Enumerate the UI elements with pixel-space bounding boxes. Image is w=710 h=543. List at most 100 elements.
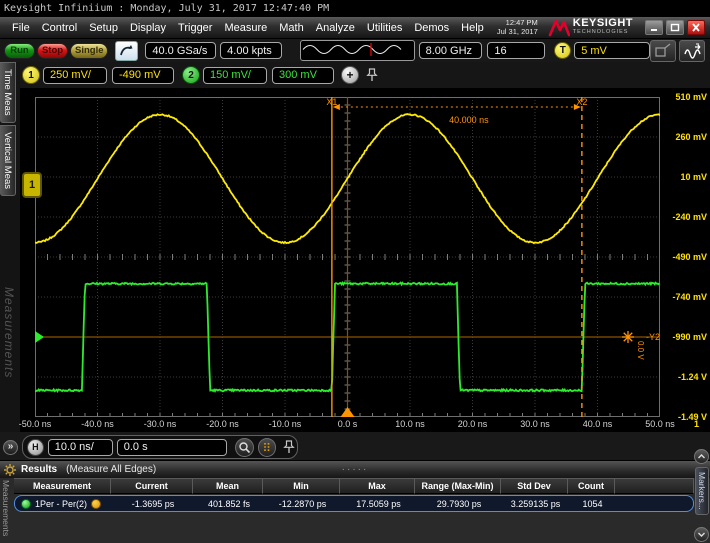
x-axis-label: 0.0 s [338, 419, 358, 429]
column-header[interactable]: Std Dev [501, 478, 568, 494]
menu-help[interactable]: Help [455, 20, 490, 36]
menu-analyze[interactable]: Analyze [310, 20, 361, 36]
keysight-logo: KEYSIGHT TECHNOLOGIES [548, 19, 645, 37]
results-panel: Results (Measure All Edges) ····· Measur… [0, 460, 710, 543]
column-header[interactable]: Max [340, 478, 415, 494]
marker-delta-label: 40.000 ns [449, 115, 489, 125]
channel-2-scale-field[interactable]: 150 mV/ [203, 67, 267, 84]
y-axis-label: -1.24 V [657, 372, 707, 382]
channel-1-offset-field[interactable]: -490 mV [112, 67, 174, 84]
channel-2-badge[interactable]: 2 [182, 66, 200, 84]
menu-math[interactable]: Math [273, 20, 309, 36]
channel-2-offset-field[interactable]: 300 mV [272, 67, 334, 84]
menu-measure[interactable]: Measure [218, 20, 273, 36]
timebase-scale-field[interactable]: 10.0 ns/ [48, 439, 113, 456]
bits-field[interactable]: 16 [487, 42, 545, 59]
column-header[interactable]: Range (Max-Min) [415, 478, 501, 494]
measurement-value: -1.3695 ps [112, 496, 194, 511]
menu-control[interactable]: Control [36, 20, 83, 36]
pin-button[interactable] [281, 438, 297, 456]
scroll-up-button[interactable] [694, 449, 709, 464]
y-axis-label: -240 mV [657, 212, 707, 222]
title-text: Keysight Infiniium : Monday, July 31, 20… [4, 3, 329, 14]
markers-dotted-icon [260, 441, 273, 454]
column-header[interactable]: Count [568, 478, 615, 494]
channel-bar: 1 250 mV/ -490 mV 2 150 mV/ 300 mV + [20, 62, 710, 88]
column-header[interactable]: Mean [193, 478, 263, 494]
measurement-name-cell: 1Per - Per(2) [15, 496, 112, 511]
column-header[interactable]: Measurement [14, 478, 111, 494]
menu-utilities[interactable]: Utilities [361, 20, 408, 36]
x-axis-label: 40.0 ns [583, 419, 613, 429]
single-button[interactable]: Single [70, 43, 108, 59]
annotation-number: 1 [694, 419, 699, 429]
clock: 12:47 PM Jul 31, 2017 [497, 19, 548, 36]
keysight-spark-icon [548, 19, 570, 37]
horizontal-strip: » H 10.0 ns/ 0.0 s [0, 432, 710, 460]
gear-icon[interactable] [3, 463, 17, 477]
markers-dock-tab[interactable]: Markers... [695, 467, 709, 515]
add-waveform-button[interactable]: + [341, 66, 359, 84]
dock-tab-strip: Markers... [694, 449, 710, 543]
results-header[interactable]: Results (Measure All Edges) ····· [0, 461, 710, 478]
waveform-zoom-button[interactable] [679, 40, 705, 62]
waveform-zoom-icon [683, 43, 702, 59]
horizontal-badge[interactable]: H [27, 439, 44, 456]
menu-setup[interactable]: Setup [83, 20, 124, 36]
channel-1-scale-field[interactable]: 250 mV/ [43, 67, 107, 84]
minimize-button[interactable] [645, 20, 663, 35]
bandwidth-field[interactable]: 8.00 GHz [419, 42, 483, 59]
results-column-headers: MeasurementCurrentMeanMinMaxRange (Max-M… [14, 478, 694, 494]
restore-icon [670, 23, 680, 32]
pin-icon [366, 68, 378, 83]
box-zoom-icon [654, 43, 672, 58]
x-axis-label: -50.0 ns [19, 419, 52, 429]
pin-icon [283, 440, 295, 455]
menu-file[interactable]: File [6, 20, 36, 36]
trigger-level-field[interactable]: 5 mV [574, 42, 650, 59]
zoom-button[interactable] [235, 438, 254, 457]
measurement-name: 1Per - Per(2) [35, 499, 87, 509]
markers-button[interactable] [258, 438, 277, 457]
measurements-dock-tab[interactable]: Measurements [1, 480, 11, 542]
y-axis-label: -990 mV [657, 332, 707, 342]
stop-button[interactable]: Stop [37, 43, 68, 59]
close-button[interactable] [687, 20, 705, 35]
touch-gesture-icon [119, 44, 134, 57]
column-header[interactable]: Min [263, 478, 340, 494]
measurement-value: 1054 [569, 496, 616, 511]
results-row[interactable]: 1Per - Per(2)-1.3695 ps401.852 fs-12.287… [14, 495, 694, 512]
touch-mode-button[interactable] [115, 41, 138, 61]
channel-1-badge[interactable]: 1 [22, 66, 40, 84]
x-axis-label: 20.0 ns [458, 419, 488, 429]
trigger-badge[interactable]: T [554, 42, 571, 59]
column-header[interactable]: Current [111, 478, 193, 494]
close-icon [691, 23, 701, 32]
box-zoom-button[interactable] [650, 40, 676, 62]
scroll-down-button[interactable] [694, 527, 709, 542]
sample-rate-field[interactable]: 40.0 GSa/s [145, 42, 216, 59]
results-subtitle: (Measure All Edges) [66, 464, 156, 475]
menu-display[interactable]: Display [124, 20, 172, 36]
marker-x1-label: X1 [326, 97, 337, 107]
y-axis-label: -740 mV [657, 292, 707, 302]
menu-trigger[interactable]: Trigger [172, 20, 218, 36]
trigger-position-icon[interactable] [341, 407, 355, 417]
memory-depth-field[interactable]: 4.00 kpts [220, 42, 282, 59]
menu-demos[interactable]: Demos [408, 20, 455, 36]
drag-handle[interactable]: ····· [342, 464, 369, 475]
waveform-display: X1X240.000 ns0.0 V-Y2 1 -50.0 ns-40.0 ns… [20, 88, 710, 432]
title-bar: Keysight Infiniium : Monday, July 31, 20… [0, 0, 710, 17]
expand-panel-button[interactable]: » [3, 440, 18, 455]
pin-button[interactable] [364, 66, 380, 84]
run-button[interactable]: Run [4, 43, 35, 59]
channel-2-ground-icon[interactable] [35, 331, 44, 343]
clock-date: Jul 31, 2017 [497, 28, 538, 37]
timebase-position-field[interactable]: 0.0 s [117, 439, 227, 456]
chevron-down-icon [697, 530, 706, 539]
measurement-value: -12.2870 ps [264, 496, 341, 511]
sidebar-tab-vertical-meas[interactable]: Vertical Meas [0, 125, 16, 196]
channel-1-reference-marker[interactable]: 1 [22, 172, 42, 198]
restore-button[interactable] [666, 20, 684, 35]
sidebar-tab-time-meas[interactable]: Time Meas [0, 62, 16, 123]
